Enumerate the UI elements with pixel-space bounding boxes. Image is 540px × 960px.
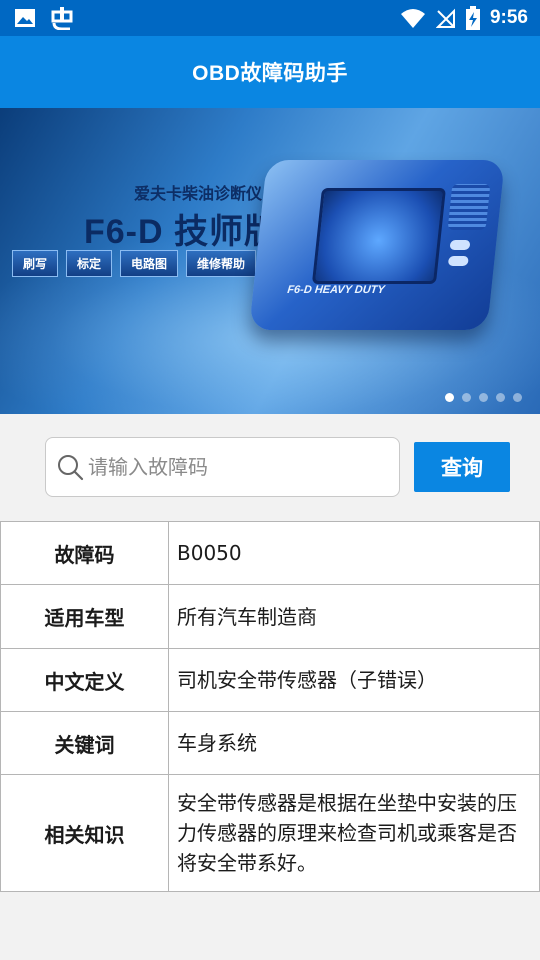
- table-row: 故障码 B0050: [0, 521, 540, 585]
- page-bottom-area: [0, 892, 540, 960]
- row-key: 关键词: [0, 711, 169, 775]
- status-time: 9:56: [489, 7, 528, 28]
- carousel-indicator[interactable]: [445, 393, 522, 402]
- diagnostic-device-image: F6-D HEAVY DUTY: [249, 160, 505, 330]
- row-value: 车身系统: [168, 711, 540, 775]
- device-label: F6-D HEAVY DUTY: [286, 284, 386, 296]
- table-row: 适用车型 所有汽车制造商: [0, 584, 540, 649]
- carousel-dot[interactable]: [496, 393, 505, 402]
- device-speaker-grill: [447, 184, 491, 230]
- banner-tags: 刷写 标定 电路图 维修帮助: [12, 250, 257, 277]
- banner-tag: 标定: [66, 250, 113, 277]
- search-box[interactable]: [45, 437, 400, 497]
- table-row: 关键词 车身系统: [0, 711, 540, 775]
- bug-icon: [51, 7, 73, 30]
- query-button[interactable]: 查询: [414, 442, 510, 492]
- row-key: 相关知识: [0, 774, 169, 892]
- result-table: 故障码 B0050 适用车型 所有汽车制造商 中文定义 司机安全带传感器（子错误…: [0, 521, 540, 892]
- carousel-dot[interactable]: [462, 393, 471, 402]
- carousel-dot-active[interactable]: [445, 393, 454, 402]
- row-value: 司机安全带传感器（子错误）: [168, 648, 540, 712]
- banner-tag: 维修帮助: [186, 250, 257, 277]
- battery-charging-icon: [465, 6, 480, 30]
- row-value: 安全带传感器是根据在坐垫中安装的压力传感器的原理来检查司机或乘客是否将安全带系好…: [168, 774, 540, 892]
- banner-title: F6-D 技师版: [84, 213, 279, 251]
- search-icon: [58, 455, 84, 481]
- device-button: [447, 256, 469, 266]
- page-title: OBD故障码助手: [192, 62, 348, 85]
- status-bar-right: 9:56: [400, 6, 528, 30]
- banner-subtitle: 爱夫卡柴油诊断仪: [134, 184, 263, 203]
- banner-tag: 电路图: [120, 250, 179, 277]
- wifi-icon: [400, 9, 425, 28]
- row-value: B0050: [168, 521, 540, 585]
- table-row: 相关知识 安全带传感器是根据在坐垫中安装的压力传感器的原理来检查司机或乘客是否将…: [0, 774, 540, 892]
- row-key: 中文定义: [0, 648, 169, 712]
- device-screen: [311, 188, 446, 284]
- banner-carousel[interactable]: 爱夫卡柴油诊断仪 F6-D 技师版 刷写 标定 电路图 维修帮助 F6-D HE…: [0, 108, 540, 414]
- no-signal-icon: [435, 8, 455, 28]
- image-icon: [15, 9, 35, 27]
- banner-tag: 刷写: [12, 250, 59, 277]
- table-row: 中文定义 司机安全带传感器（子错误）: [0, 648, 540, 712]
- carousel-dot[interactable]: [513, 393, 522, 402]
- status-bar-left: [14, 6, 74, 30]
- status-bar: 9:56: [0, 0, 540, 36]
- row-key: 适用车型: [0, 584, 169, 649]
- device-button: [449, 240, 471, 250]
- row-value: 所有汽车制造商: [168, 584, 540, 649]
- app-bar: OBD故障码助手: [0, 36, 540, 108]
- row-key: 故障码: [0, 521, 169, 585]
- search-input[interactable]: [86, 454, 390, 480]
- carousel-dot[interactable]: [479, 393, 488, 402]
